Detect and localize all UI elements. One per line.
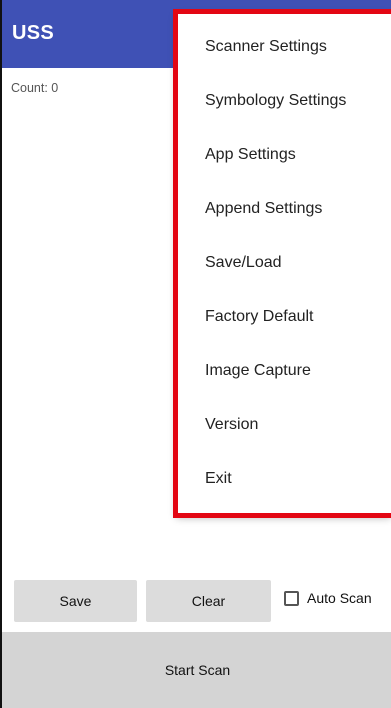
app-title: USS	[12, 22, 55, 44]
clear-button[interactable]: Clear	[146, 580, 271, 622]
menu-item-app-settings[interactable]: App Settings	[178, 128, 391, 182]
save-button[interactable]: Save	[14, 580, 137, 622]
menu-item-append-settings[interactable]: Append Settings	[178, 182, 391, 236]
auto-scan-label: Auto Scan	[307, 590, 372, 606]
menu-item-image-capture[interactable]: Image Capture	[178, 344, 391, 398]
menu-item-symbology-settings[interactable]: Symbology Settings	[178, 74, 391, 128]
scan-count: Count: 0	[11, 81, 59, 95]
menu-item-exit[interactable]: Exit	[178, 452, 391, 506]
menu-item-factory-default[interactable]: Factory Default	[178, 290, 391, 344]
start-scan-button[interactable]: Start Scan	[2, 632, 391, 708]
menu-item-version[interactable]: Version	[178, 398, 391, 452]
menu-item-scanner-settings[interactable]: Scanner Settings	[178, 20, 391, 74]
app-screen: USS Count: 0 Save Clear Auto Scan Start …	[0, 0, 391, 708]
checkbox-icon[interactable]	[284, 590, 299, 606]
auto-scan-checkbox[interactable]: Auto Scan	[284, 590, 372, 606]
menu-item-save-load[interactable]: Save/Load	[178, 236, 391, 290]
overflow-menu: Scanner Settings Symbology Settings App …	[178, 12, 391, 515]
